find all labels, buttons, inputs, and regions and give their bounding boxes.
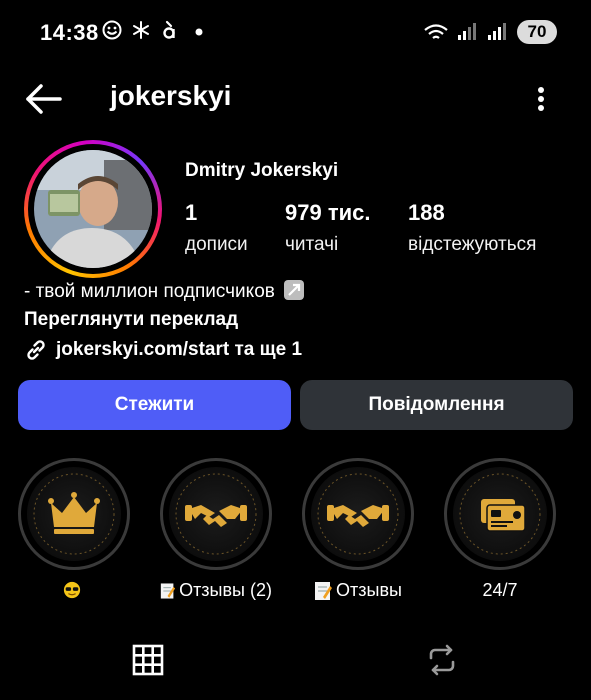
stat-followers-label: читачі — [285, 234, 339, 255]
highlight-item[interactable] — [18, 458, 130, 600]
stat-posts-count: 1 — [185, 200, 198, 225]
more-options-icon[interactable] — [526, 78, 556, 120]
highlight-ring — [302, 458, 414, 570]
battery-indicator: 70 — [517, 20, 557, 44]
see-translation-link[interactable]: Переглянути переклад — [24, 309, 238, 331]
profile-link-text: jokerskyi.com/start та ще 1 — [56, 339, 303, 360]
avatar-story-ring[interactable] — [24, 140, 162, 278]
highlight-label: Отзывы (2) — [160, 580, 272, 601]
back-arrow-icon[interactable] — [22, 78, 64, 120]
memo-emoji-icon — [315, 581, 333, 600]
avatar-photo — [34, 150, 152, 268]
bio-line: - твой миллион подписчиков — [24, 281, 275, 302]
status-system-icons: 70 — [423, 20, 557, 44]
handshake-icon — [327, 505, 389, 527]
stat-posts[interactable]: 1 дописи — [185, 200, 248, 256]
id-card-icon — [481, 499, 526, 532]
highlight-item[interactable]: Отзывы (2) — [160, 458, 272, 601]
link-icon — [27, 340, 45, 360]
highlight-cover — [169, 467, 263, 561]
status-notification-icons — [102, 20, 209, 40]
smiley-icon — [102, 20, 122, 40]
dot-icon — [195, 28, 203, 36]
highlight-label: 24/7 — [444, 580, 556, 601]
highlight-cover — [453, 467, 547, 561]
sunglasses-emoji-icon — [63, 581, 81, 599]
follow-button[interactable]: Стежити — [18, 380, 291, 430]
highlight-ring — [18, 458, 130, 570]
highlight-label-text: Отзывы — [336, 580, 402, 600]
stat-posts-label: дописи — [185, 234, 248, 255]
snowflake-icon — [133, 21, 149, 39]
status-bar: 14:38 70 — [0, 0, 591, 64]
memo-emoji-icon — [160, 582, 176, 599]
highlight-label-text: 24/7 — [482, 580, 518, 600]
crown-icon — [48, 492, 100, 534]
profile-header: jokerskyi — [0, 70, 591, 126]
highlight-item[interactable]: 24/7 — [444, 458, 556, 601]
wifi-icon — [424, 24, 448, 39]
profile-link[interactable]: jokerskyi.com/start та ще 1 — [24, 338, 302, 362]
highlight-cover — [27, 467, 121, 561]
highlight-item[interactable]: Отзывы — [302, 458, 414, 601]
a-grave-icon — [163, 20, 175, 39]
highlight-cover — [311, 467, 405, 561]
highlight-label-text: Отзывы (2) — [179, 580, 272, 600]
bio-text: - твой миллион подписчиков — [24, 280, 305, 303]
stat-following-count: 188 — [408, 200, 445, 225]
stat-followers[interactable]: 979 тис. читачі — [285, 200, 370, 256]
message-button[interactable]: Повідомлення — [300, 380, 573, 430]
highlight-ring — [160, 458, 272, 570]
handshake-icon — [185, 505, 247, 527]
highlight-label — [18, 580, 130, 600]
highlight-label: Отзывы — [302, 580, 414, 601]
grid-icon[interactable] — [128, 640, 168, 680]
check-mark-emoji-icon — [284, 280, 305, 300]
stat-followers-count: 979 тис. — [285, 200, 371, 225]
stat-following[interactable]: 188 відстежуються — [408, 200, 536, 256]
profile-username: jokerskyi — [110, 80, 232, 111]
repost-icon[interactable] — [422, 640, 462, 680]
highlight-ring — [444, 458, 556, 570]
signal-icon — [458, 23, 476, 40]
signal-icon-2 — [488, 23, 506, 40]
status-time: 14:38 — [40, 20, 99, 45]
profile-display-name: Dmitry Jokerskyi — [185, 160, 339, 181]
avatar[interactable] — [34, 150, 152, 268]
stat-following-label: відстежуються — [408, 234, 537, 255]
